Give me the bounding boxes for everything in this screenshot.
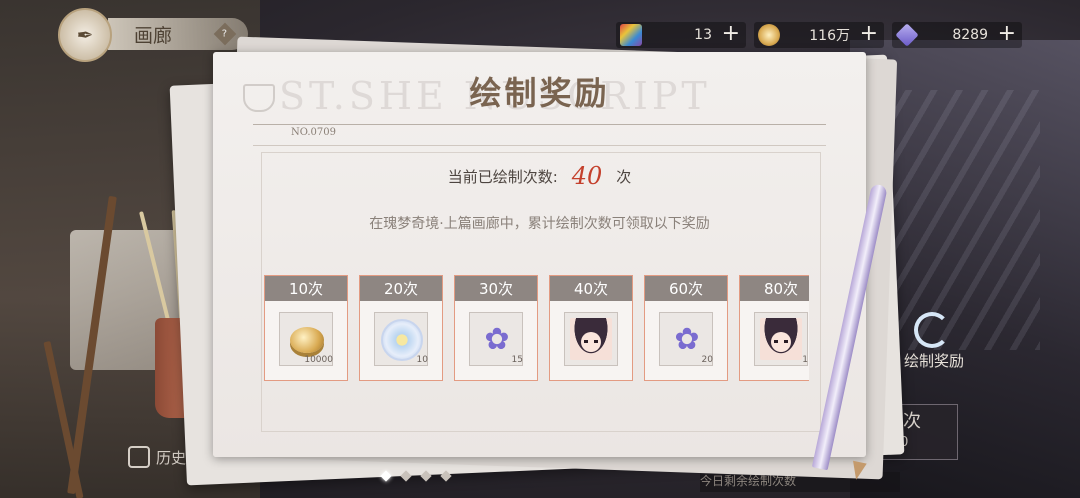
back-button[interactable]: ✒ [58, 8, 112, 62]
reward-quantity: 1 [802, 355, 808, 365]
ribbon-bow-icon: ✿ [484, 322, 510, 357]
draw-count-value: 40 [571, 162, 603, 190]
add-paint-button[interactable]: + [722, 23, 740, 45]
coin-stack-icon [290, 327, 324, 353]
draw-ring-icon [914, 312, 950, 348]
diamond-resource: 8289 + [892, 22, 1022, 48]
reward-panel: ST.SHE NUSCRIPT 绘制奖励 NO.0709 当前已绘制次数: 40 次… [213, 52, 866, 457]
coin-resource: 116万 + [754, 22, 884, 48]
reward-threshold-label: 60次 [645, 276, 727, 301]
remaining-draws-label: 今日剩余绘制次数 [700, 474, 797, 488]
paint-palette-icon [620, 24, 642, 46]
diamond-icon [895, 23, 919, 47]
draw-count-unit: 次 [616, 168, 632, 186]
reward-threshold-label: 40次 [550, 276, 632, 301]
form-line [253, 124, 826, 125]
reward-quantity: 10 [416, 355, 428, 365]
draw-reward-button[interactable]: 绘制奖励 [900, 312, 1010, 382]
pagination [380, 470, 452, 482]
page-dot[interactable] [420, 470, 432, 482]
quill-icon: ✒ [76, 23, 94, 47]
reward-threshold-label: 10次 [265, 276, 347, 301]
coin-resource-value: 116万 [809, 28, 850, 44]
page-dot[interactable] [380, 470, 392, 482]
reward-quantity: 20 [701, 355, 713, 365]
reward-card[interactable]: 10次 10000 [264, 275, 348, 381]
character-portrait-icon [760, 318, 802, 360]
reward-card[interactable]: 20次 10 [359, 275, 443, 381]
background-spikes [880, 90, 1040, 350]
add-diamond-button[interactable]: + [998, 23, 1016, 45]
reward-threshold-label: 30次 [455, 276, 537, 301]
character-portrait-icon [570, 318, 612, 360]
reward-item[interactable] [754, 312, 808, 366]
reward-list: 10次 10000 20次 10 30次 ✿ 15 40次 60次 ✿ 20 8… [264, 275, 809, 381]
reward-item[interactable] [564, 312, 618, 366]
paint-resource-value: 13 [694, 27, 712, 43]
page-title: 画廊 [134, 24, 173, 47]
reward-quantity: 15 [511, 355, 523, 365]
reward-threshold-label: 80次 [740, 276, 809, 301]
paint-resource: 13 + [616, 22, 746, 48]
page-dot[interactable] [400, 470, 412, 482]
reward-card[interactable]: 60次 ✿ 20 [644, 275, 728, 381]
reward-card[interactable]: 30次 ✿ 15 [454, 275, 538, 381]
draw-count-row: 当前已绘制次数: 40 次 [213, 162, 866, 190]
add-coin-button[interactable]: + [860, 23, 878, 45]
reward-card[interactable]: 40次 [549, 275, 633, 381]
panel-title: 绘制奖励 [469, 74, 610, 112]
page-dot[interactable] [440, 470, 452, 482]
draw-x10-top-label: 次 [903, 411, 921, 432]
draw-count-label: 当前已绘制次数: [447, 168, 558, 186]
reward-threshold-label: 20次 [360, 276, 442, 301]
draw-reward-label: 绘制奖励 [904, 352, 965, 370]
reward-card[interactable]: 80次 1 [739, 275, 809, 381]
history-icon [128, 446, 150, 468]
document-number: NO.0709 [291, 127, 336, 138]
ribbon-bow-icon: ✿ [674, 322, 700, 357]
reward-quantity: 10000 [304, 355, 333, 365]
reward-description: 在瑰梦奇境·上篇画廊中，累计绘制次数可领取以下奖励 [369, 216, 710, 232]
form-line [253, 145, 826, 146]
coin-icon [758, 24, 780, 46]
diamond-resource-value: 8289 [952, 27, 988, 43]
